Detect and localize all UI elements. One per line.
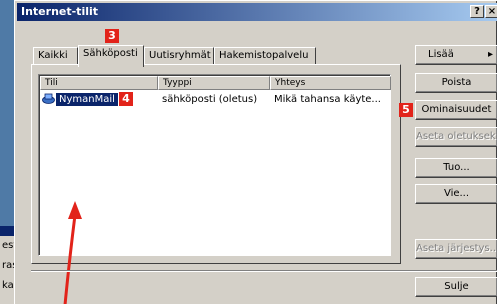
column-header-type[interactable]: Tyyppi bbox=[158, 76, 270, 90]
add-button-label: Lisää bbox=[428, 49, 454, 60]
account-connection: Mikä tahansa käyte... bbox=[274, 94, 381, 105]
list-item[interactable]: NymanMail sähköposti (oletus) Mikä tahan… bbox=[40, 92, 389, 107]
annotation-arrow-icon bbox=[63, 201, 82, 304]
annotation-badge: 3 bbox=[105, 29, 119, 43]
column-header-connection[interactable]: Yhteys bbox=[270, 76, 391, 90]
column-header-account[interactable]: Tili bbox=[40, 76, 158, 90]
add-button[interactable]: Lisää ▸ bbox=[415, 45, 497, 65]
export-button[interactable]: Vie... bbox=[415, 184, 497, 204]
tab-email[interactable]: Sähköposti bbox=[78, 45, 144, 67]
tab-newsgroups[interactable]: Uutisryhmät bbox=[144, 47, 214, 65]
tab-directory-service[interactable]: Hakemistopalvelu bbox=[214, 47, 316, 65]
tab-all[interactable]: Kaikki bbox=[33, 47, 78, 65]
properties-button[interactable]: Ominaisuudet bbox=[415, 100, 497, 120]
mail-account-icon bbox=[42, 93, 55, 105]
annotation-badge: 5 bbox=[399, 103, 413, 117]
dialog-titlebar[interactable]: Internet-tilit ? × bbox=[17, 3, 497, 21]
help-button[interactable]: ? bbox=[470, 5, 484, 18]
divider bbox=[31, 270, 497, 272]
close-button[interactable]: Sulje bbox=[415, 277, 497, 297]
dialog-title: Internet-tilit bbox=[21, 5, 99, 18]
annotation-badge: 4 bbox=[119, 92, 133, 106]
close-icon[interactable]: × bbox=[485, 5, 497, 18]
account-name[interactable]: NymanMail bbox=[55, 92, 119, 107]
set-order-button[interactable]: Aseta järjestys... bbox=[415, 239, 497, 259]
account-type: sähköposti (oletus) bbox=[162, 94, 258, 105]
import-button[interactable]: Tuo... bbox=[415, 158, 497, 178]
accounts-list[interactable]: Tili Tyyppi Yhteys NymanMail sähköposti … bbox=[38, 74, 391, 256]
remove-button[interactable]: Poista bbox=[415, 73, 497, 93]
list-header: Tili Tyyppi Yhteys bbox=[40, 76, 391, 90]
arrow-right-icon: ▸ bbox=[487, 49, 493, 60]
set-default-button[interactable]: Aseta oletukseksi bbox=[415, 127, 497, 147]
internet-accounts-dialog: Internet-tilit ? × Kaikki Sähköposti Uut… bbox=[14, 0, 497, 304]
